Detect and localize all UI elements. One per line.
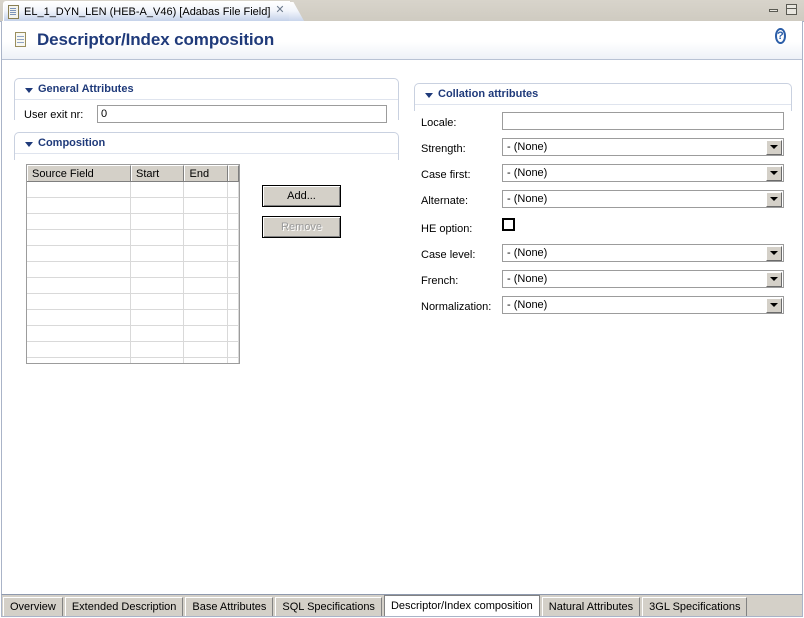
- window-controls: [768, 4, 798, 15]
- he-option-label: HE option:: [421, 223, 472, 235]
- help-icon[interactable]: ?: [775, 30, 793, 48]
- case-level-value: - (None): [503, 247, 547, 259]
- alternate-label: Alternate:: [421, 195, 468, 207]
- form-body: Descriptor/Index composition ? General A…: [1, 21, 803, 594]
- user-exit-nr-label: User exit nr:: [24, 109, 83, 121]
- table-row[interactable]: [27, 358, 239, 364]
- french-dropdown[interactable]: - (None): [502, 270, 784, 288]
- section-collation-label: Collation attributes: [438, 88, 538, 100]
- editor-tab-adabas-file-field[interactable]: EL_1_DYN_LEN (HEB-A_V46) [Adabas File Fi…: [3, 1, 290, 21]
- minimize-button[interactable]: [768, 4, 780, 15]
- page-title: Descriptor/Index composition: [37, 30, 274, 50]
- case-first-dropdown[interactable]: - (None): [502, 164, 784, 182]
- locale-input[interactable]: [502, 112, 784, 130]
- section-composition-header[interactable]: Composition: [25, 137, 105, 149]
- table-row[interactable]: [27, 198, 239, 214]
- normalization-value: - (None): [503, 299, 547, 311]
- tab-overview[interactable]: Overview: [3, 597, 63, 616]
- remove-button: Remove: [262, 216, 341, 238]
- table-row[interactable]: [27, 342, 239, 358]
- section-divider: [15, 153, 398, 154]
- editor-window: EL_1_DYN_LEN (HEB-A_V46) [Adabas File Fi…: [0, 0, 804, 618]
- he-option-checkbox[interactable]: [502, 218, 515, 231]
- chevron-down-icon[interactable]: [766, 246, 782, 261]
- chevron-down-icon[interactable]: [766, 272, 782, 287]
- table-row[interactable]: [27, 182, 239, 198]
- french-value: - (None): [503, 273, 547, 285]
- strength-value: - (None): [503, 141, 547, 153]
- normalization-dropdown[interactable]: - (None): [502, 296, 784, 314]
- table-row[interactable]: [27, 326, 239, 342]
- french-label: French:: [421, 275, 458, 287]
- case-first-label: Case first:: [421, 169, 471, 181]
- composition-table[interactable]: Source Field Start End: [26, 164, 240, 364]
- chevron-down-icon[interactable]: [766, 192, 782, 207]
- section-composition-label: Composition: [38, 137, 105, 149]
- help-icon-glyph: ?: [775, 28, 786, 44]
- strength-label: Strength:: [421, 143, 466, 155]
- case-first-value: - (None): [503, 167, 547, 179]
- strength-dropdown[interactable]: - (None): [502, 138, 784, 156]
- section-divider: [15, 99, 398, 100]
- alternate-dropdown[interactable]: - (None): [502, 190, 784, 208]
- composition-table-header: Source Field Start End: [27, 165, 239, 182]
- section-general-attributes-header[interactable]: General Attributes: [25, 83, 134, 95]
- add-button[interactable]: Add...: [262, 185, 341, 207]
- bottom-tab-bar: Overview Extended Description Base Attri…: [1, 594, 803, 617]
- tab-extended-description[interactable]: Extended Description: [65, 597, 184, 616]
- case-level-label: Case level:: [421, 249, 475, 261]
- section-general-attributes-label: General Attributes: [38, 83, 134, 95]
- section-composition: Composition: [14, 132, 399, 160]
- maximize-button[interactable]: [786, 4, 798, 15]
- case-level-dropdown[interactable]: - (None): [502, 244, 784, 262]
- section-divider: [415, 104, 791, 105]
- table-row[interactable]: [27, 230, 239, 246]
- table-row[interactable]: [27, 262, 239, 278]
- alternate-value: - (None): [503, 193, 547, 205]
- chevron-down-icon: [25, 142, 33, 147]
- editor-tab-label: EL_1_DYN_LEN (HEB-A_V46) [Adabas File Fi…: [24, 6, 270, 18]
- table-row[interactable]: [27, 278, 239, 294]
- chevron-down-icon: [425, 93, 433, 98]
- column-header-start[interactable]: Start: [131, 165, 185, 181]
- document-icon: [8, 5, 19, 18]
- tab-natural-attributes[interactable]: Natural Attributes: [542, 597, 640, 616]
- page-title-icon: [15, 32, 28, 48]
- editor-tabstrip: EL_1_DYN_LEN (HEB-A_V46) [Adabas File Fi…: [0, 0, 804, 22]
- user-exit-nr-input[interactable]: 0: [97, 105, 387, 123]
- section-collation-header[interactable]: Collation attributes: [425, 88, 538, 100]
- table-row[interactable]: [27, 294, 239, 310]
- locale-label: Locale:: [421, 117, 456, 129]
- table-row[interactable]: [27, 310, 239, 326]
- tab-base-attributes[interactable]: Base Attributes: [185, 597, 273, 616]
- column-header-source-field[interactable]: Source Field: [27, 165, 131, 181]
- chevron-down-icon[interactable]: [766, 298, 782, 313]
- tab-sql-specifications[interactable]: SQL Specifications: [275, 597, 382, 616]
- column-header-extra[interactable]: [228, 165, 239, 181]
- section-collation-attributes: Collation attributes: [414, 83, 792, 111]
- chevron-down-icon[interactable]: [766, 140, 782, 155]
- chevron-down-icon: [25, 88, 33, 93]
- chevron-down-icon[interactable]: [766, 166, 782, 181]
- column-header-end[interactable]: End: [184, 165, 228, 181]
- close-icon[interactable]: ✕: [275, 5, 283, 16]
- tab-descriptor-index-composition[interactable]: Descriptor/Index composition: [384, 595, 540, 616]
- normalization-label: Normalization:: [421, 301, 491, 313]
- form-header: Descriptor/Index composition ?: [2, 21, 802, 60]
- composition-table-body: [27, 182, 239, 364]
- tab-3gl-specifications[interactable]: 3GL Specifications: [642, 597, 747, 616]
- table-row[interactable]: [27, 214, 239, 230]
- table-row[interactable]: [27, 246, 239, 262]
